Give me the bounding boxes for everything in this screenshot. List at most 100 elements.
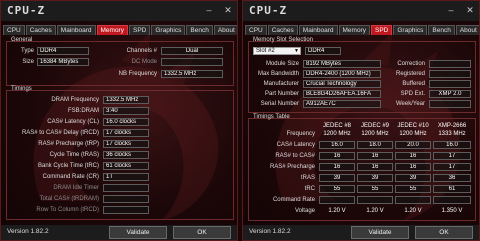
timing-value <box>103 184 149 192</box>
tab-graphics[interactable]: Graphics <box>151 25 186 35</box>
module-size-value: 8192 MBytes <box>303 60 381 68</box>
row-label: RAS# to CAS# <box>275 153 315 159</box>
table-cell: 1333 MHz <box>438 131 466 137</box>
tab-spd[interactable]: SPD <box>370 25 393 35</box>
column-header: JEDEC #9 <box>360 123 389 129</box>
cpuz-window-spd: CPU-Z – ✕ CPU Caches Mainboard Memory SP… <box>242 0 480 241</box>
row-label: tRAS <box>300 175 315 181</box>
tab-mainboard[interactable]: Mainboard <box>56 25 96 35</box>
version-label: Version 1.82.2 <box>249 228 291 235</box>
timing-value: 36 clocks <box>103 151 149 159</box>
ok-button[interactable]: OK <box>415 226 473 239</box>
tab-cpu[interactable]: CPU <box>245 25 267 35</box>
table-cell: 55 <box>319 185 355 193</box>
buffered-label: Buffered <box>402 81 425 87</box>
table-cell: 17 <box>433 152 471 160</box>
title-bar[interactable]: CPU-Z – ✕ <box>1 1 237 21</box>
minimize-icon[interactable]: – <box>446 5 456 15</box>
table-cell: 39 <box>319 174 355 182</box>
screen: CPU-Z – ✕ CPU Caches Mainboard Memory SP… <box>0 0 480 241</box>
table-cell: 1200 MHz <box>323 131 351 137</box>
chevron-down-icon: ▼ <box>294 48 299 54</box>
footer-bar: Version 1.82.2 Validate OK <box>1 225 237 240</box>
column-header: XMP-2666 <box>437 123 467 129</box>
serial-number-value: A912AE7C <box>303 100 381 108</box>
tab-bench[interactable]: Bench <box>428 25 455 35</box>
timing-value: 16.0 clocks <box>103 118 149 126</box>
minimize-icon[interactable]: – <box>204 5 214 15</box>
validate-button[interactable]: Validate <box>351 226 409 239</box>
table-cell: 16 <box>357 152 393 160</box>
table-cell <box>319 196 355 204</box>
table-cell: 16 <box>395 152 431 160</box>
timing-label: Row To Column (tRCD) <box>36 207 99 213</box>
table-cell <box>433 196 471 204</box>
tab-memory[interactable]: Memory <box>96 25 128 35</box>
timing-value: 3:40 <box>103 107 149 115</box>
timing-label: RAS# to CAS# Delay (tRCD) <box>21 130 99 136</box>
version-label: Version 1.82.2 <box>7 228 49 235</box>
table-cell: 36 <box>433 174 471 182</box>
manufacturer-label: Manufacturer <box>263 81 299 87</box>
close-icon[interactable]: ✕ <box>465 5 475 15</box>
size-value: 16384 MBytes <box>37 58 89 66</box>
nb-frequency-label: NB Frequency <box>118 71 157 77</box>
table-cell <box>357 196 393 204</box>
memory-slot-group: Memory Slot Selection Slot #2 ▼ DDR4 Mod… <box>248 37 476 113</box>
title-bar[interactable]: CPU-Z – ✕ <box>243 1 479 21</box>
timings-table-group: Timings Table JEDEC #8 JEDEC #9 JEDEC #1… <box>248 114 476 221</box>
buffered-value <box>429 80 471 88</box>
module-size-label: Module Size <box>265 61 299 67</box>
serial-number-label: Serial Number <box>260 101 299 107</box>
tab-bench[interactable]: Bench <box>186 25 213 35</box>
tab-caches[interactable]: Caches <box>267 25 298 35</box>
timing-label: CAS# Latency (CL) <box>47 119 99 125</box>
channels-value: Dual <box>161 47 223 55</box>
spd-ext-label: SPD Ext. <box>400 91 425 97</box>
timings-title: Timings <box>11 86 32 92</box>
validate-button[interactable]: Validate <box>109 226 167 239</box>
tab-spd[interactable]: SPD <box>128 25 151 35</box>
cpuz-window-memory: CPU-Z – ✕ CPU Caches Mainboard Memory SP… <box>0 0 238 241</box>
table-cell: 20.0 <box>395 141 431 149</box>
timing-label: FSB:DRAM <box>67 108 99 114</box>
timing-value: 1T <box>103 173 149 181</box>
table-cell: 1200 MHz <box>399 131 427 137</box>
timing-value: 17 clocks <box>103 129 149 137</box>
table-cell <box>395 196 431 204</box>
app-title: CPU-Z <box>249 4 288 17</box>
ok-button[interactable]: OK <box>173 226 231 239</box>
close-icon[interactable]: ✕ <box>223 5 233 15</box>
slot-select[interactable]: Slot #2 ▼ <box>253 47 301 55</box>
tab-graphics[interactable]: Graphics <box>393 25 428 35</box>
table-cell: 1.20 V <box>328 208 346 214</box>
tab-about[interactable]: About <box>213 25 237 35</box>
timing-value <box>103 206 149 214</box>
slot-type-value: DDR4 <box>305 47 341 55</box>
tab-about[interactable]: About <box>455 25 479 35</box>
table-cell: 17 <box>433 163 471 171</box>
timing-label: RAS# Precharge (tRP) <box>38 141 99 147</box>
timing-label: Total CAS# (tRDRAM) <box>39 196 99 202</box>
tab-cpu[interactable]: CPU <box>3 25 25 35</box>
timing-label: DRAM Frequency <box>51 97 99 103</box>
max-bandwidth-label: Max Bandwidth <box>257 71 299 77</box>
row-label: Voltage <box>294 208 315 214</box>
table-cell: 16.0 <box>433 141 471 149</box>
table-cell: 1.20 V <box>366 208 384 214</box>
tab-memory[interactable]: Memory <box>338 25 370 35</box>
dc-mode-label: DC Mode <box>131 59 157 65</box>
column-header: JEDEC #8 <box>322 123 351 129</box>
tab-caches[interactable]: Caches <box>25 25 56 35</box>
spd-ext-value: XMP 2.0 <box>429 90 471 98</box>
row-label: RAS# Precharge <box>269 164 315 170</box>
size-label: Size <box>22 59 34 65</box>
registered-label: Registered <box>395 71 425 77</box>
table-cell: 16 <box>357 163 393 171</box>
table-cell: 1200 MHz <box>361 131 389 137</box>
table-cell: 16 <box>395 163 431 171</box>
type-label: Type <box>20 48 34 54</box>
tab-mainboard[interactable]: Mainboard <box>298 25 338 35</box>
tab-bar: CPU Caches Mainboard Memory SPD Graphics… <box>3 25 237 35</box>
timing-value: 17 clocks <box>103 140 149 148</box>
